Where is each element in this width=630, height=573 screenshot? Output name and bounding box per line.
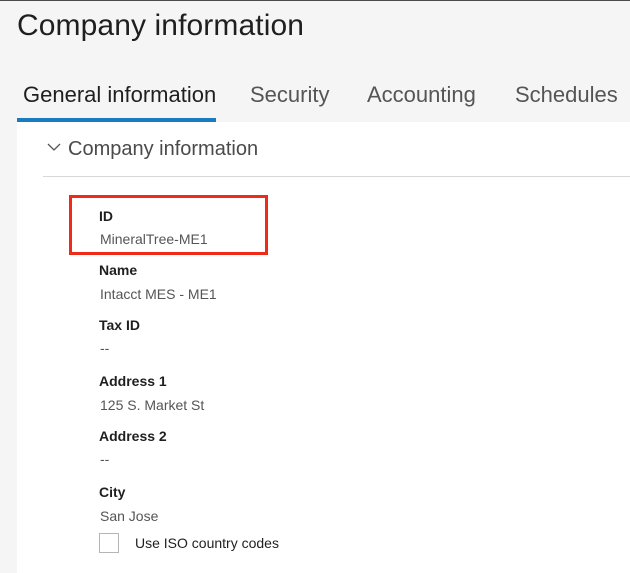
section-title: Company information (68, 138, 259, 160)
tab-accounting[interactable]: Accounting (367, 82, 476, 108)
id-value: MineralTree-ME1 (100, 231, 208, 247)
address-2-value: -- (100, 451, 110, 467)
page-title: Company information (17, 9, 305, 42)
name-label: Name (99, 262, 138, 278)
general-information-panel: Company information ID MineralTree-ME1 N… (17, 122, 630, 573)
tax-id-label: Tax ID (99, 317, 140, 333)
use-iso-country-codes-checkbox[interactable] (99, 533, 119, 553)
address-2-label: Address 2 (99, 428, 167, 444)
section-divider (43, 176, 630, 177)
tab-security[interactable]: Security (250, 82, 329, 108)
use-iso-country-codes-label[interactable]: Use ISO country codes (135, 535, 279, 551)
tab-schedules[interactable]: Schedules (515, 82, 618, 108)
city-value: San Jose (100, 508, 159, 524)
address-1-label: Address 1 (99, 373, 167, 389)
address-1-value: 125 S. Market St (100, 397, 205, 413)
chevron-down-icon (47, 143, 61, 151)
tab-general-information[interactable]: General information (23, 82, 216, 108)
tax-id-value: -- (100, 340, 110, 356)
id-label: ID (99, 208, 113, 224)
name-value: Intacct MES - ME1 (100, 286, 217, 302)
city-label: City (99, 484, 126, 500)
window-top-border (0, 0, 630, 1)
